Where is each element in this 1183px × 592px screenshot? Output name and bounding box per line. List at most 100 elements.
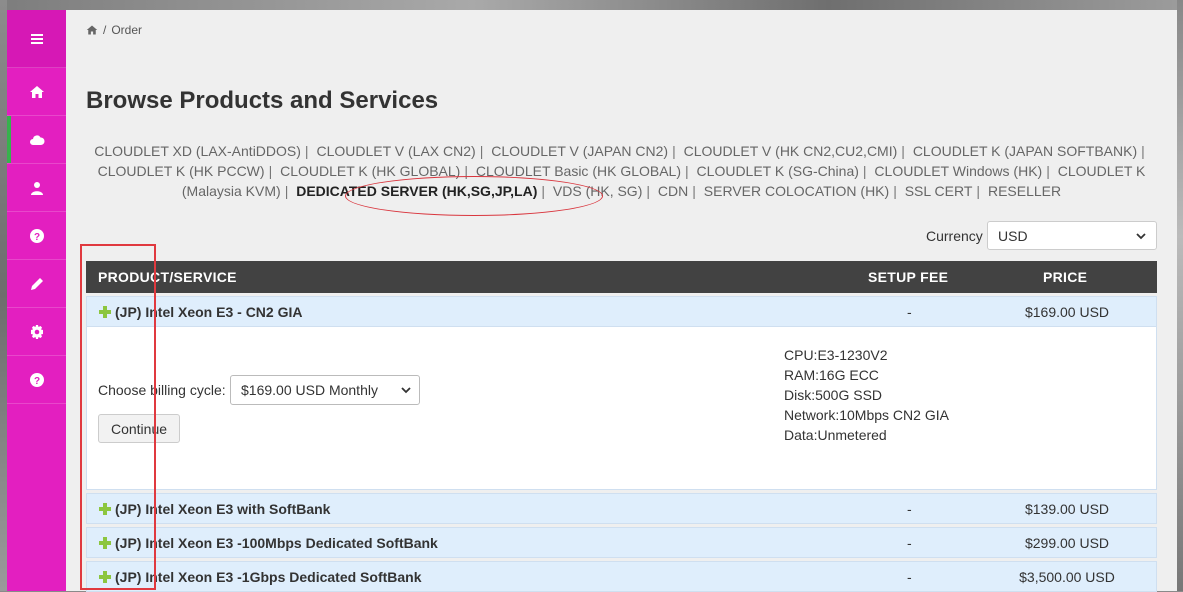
spec-line: Network:10Mbps CN2 GIA: [784, 407, 949, 423]
category-link[interactable]: CLOUDLET K (SG-China): [697, 163, 859, 179]
page-title: Browse Products and Services: [86, 87, 439, 114]
spec-line: Data:Unmetered: [784, 427, 887, 443]
category-separator: |: [901, 143, 905, 159]
category-link[interactable]: RESELLER: [988, 183, 1061, 199]
currency-value: USD: [998, 227, 1028, 244]
category-link[interactable]: VDS (HK, SG): [553, 183, 642, 199]
category-separator: |: [692, 183, 696, 199]
breadcrumb-current: Order: [111, 23, 143, 37]
currency-label: Currency: [926, 228, 983, 244]
product-name: (JP) Intel Xeon E3 -100Mbps Dedicated So…: [115, 535, 438, 551]
spec-line: RAM:16G ECC: [784, 367, 879, 383]
menu-toggle-button[interactable]: [7, 10, 66, 68]
sidebar-item-account[interactable]: [7, 164, 66, 212]
category-separator: |: [1141, 143, 1145, 159]
category-link[interactable]: SERVER COLOCATION (HK): [704, 183, 889, 199]
sidebar: ? ?: [7, 10, 66, 591]
table-row[interactable]: (JP) Intel Xeon E3 -1Gbps Dedicated Soft…: [86, 561, 1157, 592]
category-separator: |: [541, 183, 546, 199]
category-link[interactable]: CDN: [658, 183, 688, 199]
cloud-icon: [29, 134, 45, 145]
category-separator: |: [479, 143, 484, 159]
setup-fee: -: [907, 569, 912, 585]
main-content: / Order Browse Products and Services CLO…: [66, 10, 1177, 592]
header-price: PRICE: [1043, 269, 1088, 285]
currency-select[interactable]: USD: [987, 221, 1157, 250]
products-table: PRODUCT/SERVICE SETUP FEE PRICE (JP) Int…: [86, 261, 1157, 592]
category-link[interactable]: CLOUDLET K (HK GLOBAL): [280, 163, 460, 179]
category-separator: |: [464, 163, 468, 179]
setup-fee: -: [907, 304, 912, 320]
table-row[interactable]: (JP) Intel Xeon E3 with SoftBank - $139.…: [86, 493, 1157, 524]
product-name: (JP) Intel Xeon E3 -1Gbps Dedicated Soft…: [115, 569, 422, 585]
question-circle-icon: ?: [29, 372, 44, 387]
plus-icon[interactable]: [99, 503, 111, 515]
plus-icon[interactable]: [99, 306, 111, 318]
table-row[interactable]: (JP) Intel Xeon E3 -100Mbps Dedicated So…: [86, 527, 1157, 558]
product-specs: CPU:E3-1230V2 RAM:16G ECC Disk:500G SSD …: [784, 345, 949, 445]
chevron-down-icon: [1136, 228, 1146, 244]
setup-fee: -: [907, 501, 912, 517]
category-link[interactable]: CLOUDLET V (HK CN2,CU2,CMI): [684, 143, 898, 159]
chevron-down-icon: [401, 382, 411, 398]
breadcrumb: / Order: [86, 23, 142, 37]
table-row[interactable]: (JP) Intel Xeon E3 - CN2 GIA - $169.00 U…: [86, 296, 1157, 327]
category-separator: |: [672, 143, 676, 159]
header-setup-fee: SETUP FEE: [868, 269, 949, 285]
user-icon: [30, 181, 43, 195]
question-circle-icon: ?: [29, 228, 44, 243]
category-link[interactable]: CLOUDLET Windows (HK): [874, 163, 1042, 179]
sidebar-item-home[interactable]: [7, 68, 66, 116]
category-link[interactable]: SSL CERT: [905, 183, 973, 199]
background-strip-right: [1177, 0, 1183, 591]
category-nav: CLOUDLET XD (LAX-AntiDDOS) | CLOUDLET V (…: [86, 141, 1157, 201]
billing-cycle-select[interactable]: $169.00 USD Monthly: [230, 375, 420, 405]
category-link[interactable]: CLOUDLET K (HK PCCW): [98, 163, 265, 179]
product-price: $3,500.00 USD: [1019, 569, 1115, 585]
product-price: $169.00 USD: [1024, 304, 1110, 320]
table-header: PRODUCT/SERVICE SETUP FEE PRICE: [86, 261, 1157, 293]
continue-button[interactable]: Continue: [98, 414, 180, 443]
category-link[interactable]: CLOUDLET XD (LAX-AntiDDOS): [94, 143, 301, 159]
sidebar-item-edit[interactable]: [7, 260, 66, 308]
product-price: $299.00 USD: [1024, 535, 1110, 551]
category-separator: |: [893, 183, 897, 199]
category-link[interactable]: CLOUDLET K (JAPAN SOFTBANK): [913, 143, 1137, 159]
hamburger-icon: [30, 33, 43, 44]
header-product: PRODUCT/SERVICE: [98, 269, 237, 285]
product-detail: Choose billing cycle: $169.00 USD Monthl…: [86, 327, 1157, 490]
home-icon: [29, 85, 44, 98]
svg-text:?: ?: [33, 376, 39, 387]
category-separator: |: [976, 183, 981, 199]
setup-fee: -: [907, 535, 912, 551]
category-link[interactable]: CLOUDLET V (JAPAN CN2): [491, 143, 668, 159]
category-separator: |: [284, 183, 289, 199]
sidebar-item-settings[interactable]: [7, 308, 66, 356]
pencil-icon: [30, 277, 43, 290]
plus-icon[interactable]: [99, 537, 111, 549]
product-price: $139.00 USD: [1024, 501, 1110, 517]
spec-line: CPU:E3-1230V2: [784, 347, 888, 363]
product-name: (JP) Intel Xeon E3 - CN2 GIA: [115, 304, 303, 320]
category-separator: |: [268, 163, 273, 179]
home-icon[interactable]: [86, 24, 98, 36]
billing-cycle-label: Choose billing cycle:: [98, 382, 226, 398]
category-link[interactable]: DEDICATED SERVER (HK,SG,JP,LA): [296, 183, 537, 199]
breadcrumb-separator: /: [103, 23, 107, 37]
sidebar-item-cloud[interactable]: [7, 116, 66, 164]
category-separator: |: [862, 163, 867, 179]
background-strip-top: [0, 0, 1183, 10]
product-name: (JP) Intel Xeon E3 with SoftBank: [115, 501, 331, 517]
category-link[interactable]: CLOUDLET Basic (HK GLOBAL): [476, 163, 681, 179]
category-link[interactable]: CLOUDLET V (LAX CN2): [316, 143, 475, 159]
category-separator: |: [685, 163, 689, 179]
plus-icon[interactable]: [99, 571, 111, 583]
sidebar-item-help[interactable]: ?: [7, 212, 66, 260]
sidebar-item-support[interactable]: ?: [7, 356, 66, 404]
category-separator: |: [304, 143, 309, 159]
category-separator: |: [1046, 163, 1050, 179]
background-strip-left: [0, 0, 7, 591]
gear-icon: [30, 324, 43, 339]
category-separator: |: [646, 183, 651, 199]
spec-line: Disk:500G SSD: [784, 387, 883, 403]
